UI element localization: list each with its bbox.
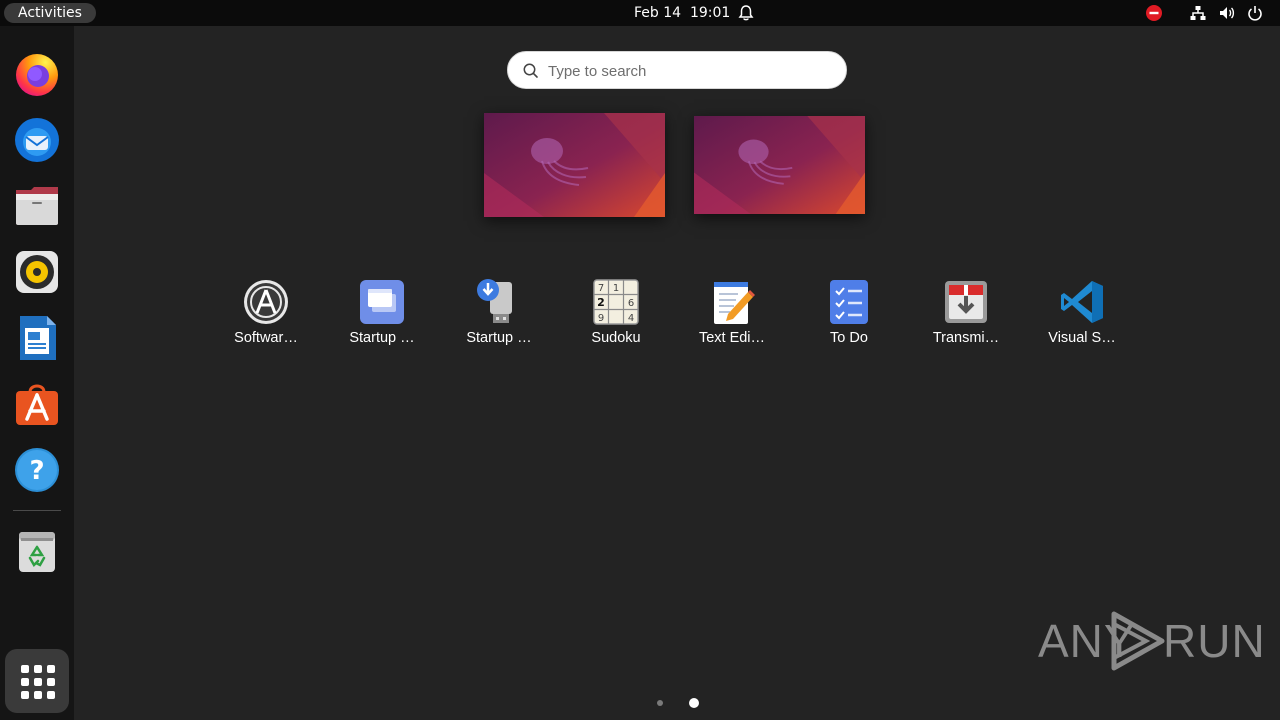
help-icon[interactable]: ? <box>13 446 61 494</box>
page-indicator-1[interactable] <box>657 700 663 706</box>
volume-icon[interactable] <box>1218 4 1236 22</box>
anyrun-watermark: ANY RUN <box>1038 608 1265 672</box>
jellyfish-wallpaper-image <box>694 116 865 214</box>
app-visual-studio-code[interactable]: Visual S… <box>1027 278 1137 368</box>
text-editor-icon <box>714 282 755 324</box>
app-software-updater[interactable]: Softwar… <box>211 278 321 368</box>
workspace-thumbnail-2[interactable] <box>694 116 865 214</box>
date-label: Feb 14 <box>634 5 682 21</box>
files-icon[interactable] <box>13 182 61 230</box>
clock[interactable]: Feb 14 19:01 <box>634 4 730 22</box>
transmission-icon <box>945 281 987 323</box>
svg-text:9: 9 <box>598 313 604 324</box>
rhythmbox-icon[interactable] <box>13 248 61 296</box>
svg-text:1: 1 <box>613 283 619 294</box>
svg-text:?: ? <box>29 456 44 486</box>
app-label: Sudoku <box>591 330 641 346</box>
search-input[interactable] <box>548 60 828 82</box>
app-label: Visual S… <box>1048 330 1116 346</box>
dock: ? <box>0 26 74 720</box>
jellyfish-wallpaper-image <box>484 113 665 217</box>
thunderbird-icon[interactable] <box>13 116 61 164</box>
svg-text:7: 7 <box>598 283 604 294</box>
ubuntu-software-icon[interactable] <box>13 380 61 428</box>
network-icon[interactable] <box>1189 4 1207 22</box>
workspace-thumbnail-1[interactable] <box>484 113 665 217</box>
sudoku-icon: 7 1 2 6 9 4 <box>593 279 639 325</box>
page-indicator-2[interactable] <box>689 698 699 708</box>
app-text-editor[interactable]: Text Edi… <box>677 278 787 368</box>
svg-text:4: 4 <box>628 313 634 324</box>
activities-button[interactable]: Activities <box>4 3 96 23</box>
notification-bell-icon[interactable] <box>737 4 755 22</box>
app-todo[interactable]: To Do <box>794 278 904 368</box>
dock-separator <box>13 510 61 511</box>
watermark-text-right: RUN <box>1163 615 1266 667</box>
app-startup-disk-creator[interactable]: Startup … <box>444 278 554 368</box>
top-bar: Activities Feb 14 19:01 <box>0 0 1280 26</box>
app-label: To Do <box>830 330 868 346</box>
search-icon <box>523 63 538 78</box>
todo-icon <box>830 280 868 324</box>
trash-icon[interactable] <box>13 528 61 576</box>
writer-icon[interactable] <box>13 314 61 362</box>
app-label: Startup … <box>349 330 415 346</box>
software-updater-icon <box>244 280 288 324</box>
time-label: 19:01 <box>689 5 731 21</box>
play-logo-icon <box>1111 611 1165 671</box>
startup-disk-creator-icon <box>477 279 512 323</box>
app-startup-applications[interactable]: Startup … <box>327 278 437 368</box>
show-applications-button[interactable] <box>5 649 69 713</box>
app-label: Text Edi… <box>698 330 766 346</box>
app-label: Softwar… <box>234 330 298 346</box>
svg-text:2: 2 <box>597 296 605 309</box>
search-bar[interactable] <box>507 51 847 89</box>
app-label: Transmi… <box>932 330 1000 346</box>
svg-text:6: 6 <box>628 298 634 309</box>
app-grid-icon <box>21 665 55 699</box>
app-transmission[interactable]: Transmi… <box>911 278 1021 368</box>
firefox-icon[interactable] <box>13 50 61 98</box>
app-sudoku[interactable]: 7 1 2 6 9 4 Sudoku <box>561 278 671 368</box>
app-label: Startup … <box>466 330 532 346</box>
startup-applications-icon <box>360 280 404 324</box>
power-icon[interactable] <box>1246 4 1264 22</box>
do-not-disturb-icon[interactable] <box>1145 4 1163 22</box>
vscode-icon <box>1061 281 1103 323</box>
